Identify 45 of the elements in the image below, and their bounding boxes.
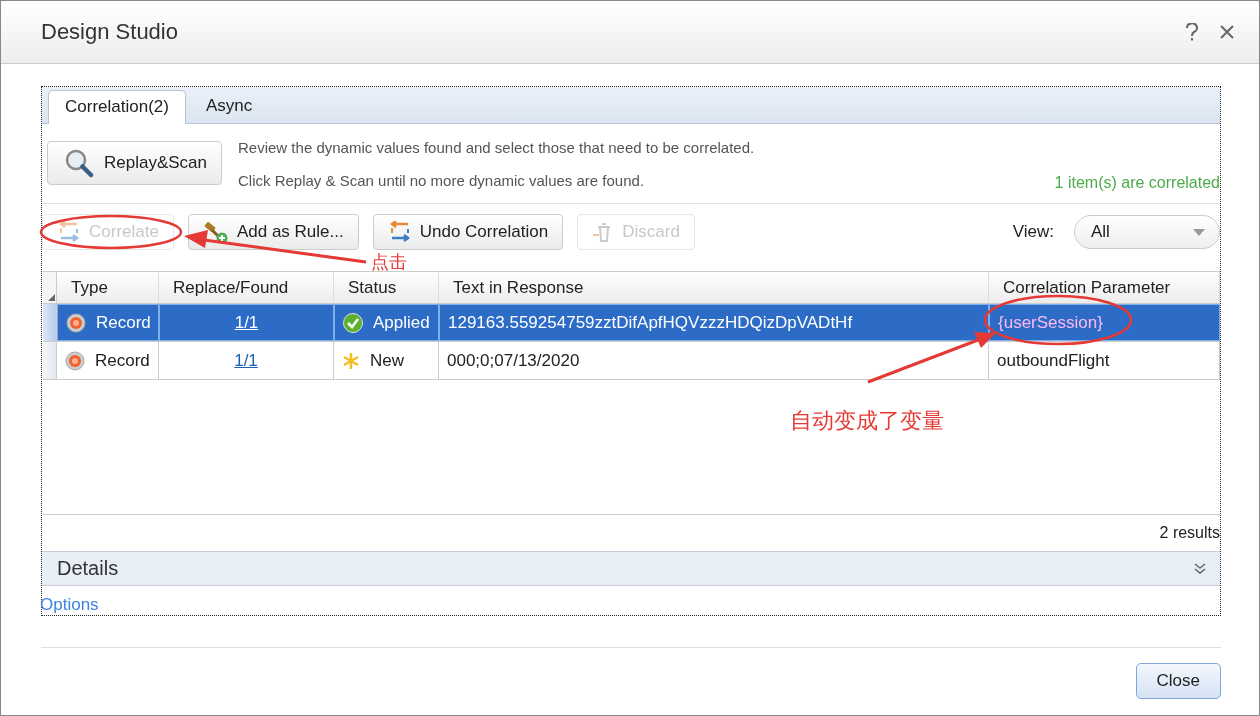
- window-title: Design Studio: [41, 19, 178, 45]
- status-text: Applied: [373, 312, 430, 333]
- type-text: Record: [95, 350, 150, 371]
- table-row[interactable]: Record 1/1 New 000;0;07/13/2020 outboundFlight: [43, 342, 1220, 381]
- chevron-icon: [1194, 562, 1206, 575]
- help-icon[interactable]: [1185, 23, 1199, 41]
- replace-found-link[interactable]: 1/1: [234, 312, 259, 333]
- column-header[interactable]: Type: [57, 272, 159, 304]
- table-cell: outboundFlight: [989, 342, 1220, 380]
- view-dropdown[interactable]: All: [1074, 215, 1220, 250]
- view-label: View:: [1012, 222, 1054, 243]
- undo-button[interactable]: Undo Correlation: [372, 214, 564, 251]
- rule-button[interactable]: Add as Rule...: [187, 214, 359, 251]
- tab[interactable]: Correlation(2): [48, 89, 186, 124]
- details-bar[interactable]: Details: [42, 551, 1220, 586]
- table-cell: {userSession}: [989, 304, 1220, 342]
- record-icon: [65, 350, 85, 371]
- column-header[interactable]: Replace/Found: [159, 272, 334, 304]
- close-button[interactable]: Close: [1135, 663, 1221, 699]
- annotation-text: 点击: [371, 252, 407, 272]
- instruction-text: Click Replay & Scan until no more dynamic values are found.: [238, 172, 646, 190]
- sort-corner-icon: [48, 294, 55, 302]
- results-count: 2 results: [1159, 524, 1220, 543]
- dropdown-caret-icon: [1193, 228, 1205, 236]
- details-label: Details: [57, 557, 119, 581]
- type-text: Record: [96, 312, 151, 333]
- correlated-status: 1 item(s) are correlated: [1054, 173, 1220, 192]
- tab[interactable]: Async: [189, 89, 269, 123]
- record-icon: [66, 312, 86, 333]
- close-icon[interactable]: [1219, 24, 1235, 40]
- status-text: New: [370, 350, 404, 371]
- replace-found-link[interactable]: 1/1: [234, 350, 258, 371]
- asterisk-icon: [342, 351, 360, 370]
- instruction-text: Review the dynamic values found and select those that need to be correlated.: [238, 139, 755, 157]
- column-header[interactable]: Status: [334, 272, 439, 304]
- search-icon: [64, 148, 94, 179]
- swap-arrows-icon: [57, 221, 81, 244]
- check-circle-icon: [343, 312, 363, 333]
- annotation-text: 自动变成了变量: [790, 407, 944, 435]
- replay-scan-button[interactable]: Replay&Scan: [47, 141, 222, 186]
- column-header[interactable]: Text in Response: [439, 272, 989, 304]
- table-cell: 129163.559254759zztDifApfHQVzzzHDQizDpVADtHf: [439, 304, 989, 342]
- table-row[interactable]: Record 1/1 Applied 129163.559254759zztDifApfHQVzzzHDQizDpVADtHf {userSession}: [43, 304, 1220, 343]
- column-header[interactable]: Correlation Parameter: [989, 272, 1220, 304]
- options-link[interactable]: Options: [40, 595, 99, 615]
